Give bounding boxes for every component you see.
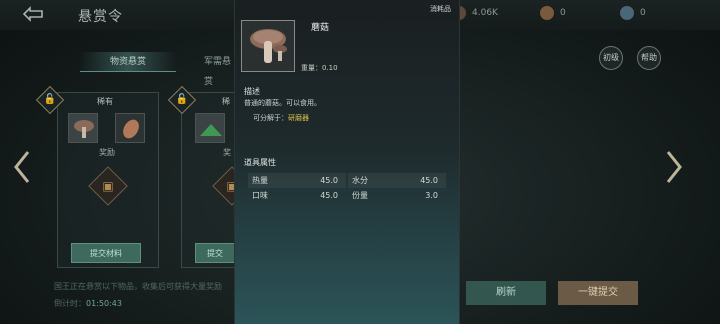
resource-orbs-value: 0: [640, 8, 646, 18]
prev-arrow-icon[interactable]: [12, 150, 32, 192]
attribute-name: 口味: [252, 191, 268, 200]
submit-materials-button[interactable]: 提交材料: [71, 243, 141, 263]
coin-plus-icon: [540, 6, 554, 20]
category-tag: 消耗品: [430, 5, 451, 13]
countdown-value: 01:50:43: [86, 299, 122, 308]
next-arrow-icon[interactable]: [664, 150, 684, 192]
attribute-value: 3.0: [425, 191, 438, 200]
help-button[interactable]: 帮助: [637, 46, 661, 70]
mushroom-icon: [241, 20, 295, 72]
herb-icon[interactable]: [195, 113, 225, 143]
countdown: 倒计时：01:50:43: [54, 299, 122, 308]
reward-label: 奖: [223, 148, 231, 157]
bounty-notice: 国王正在悬赏以下物品，收集后可获得大量奖励: [54, 282, 222, 291]
resource-orbs[interactable]: 0: [620, 6, 646, 20]
item-name: 蘑菇: [311, 23, 330, 33]
orb-icon: [620, 6, 634, 20]
submit-all-button[interactable]: 一键提交: [558, 281, 638, 305]
mushroom-icon[interactable]: [68, 113, 98, 143]
attribute-name: 份量: [352, 191, 368, 200]
submit-materials-button[interactable]: 提交: [195, 243, 235, 263]
attribute-name: 热量: [252, 176, 268, 185]
weight-value: 0.10: [322, 64, 338, 72]
item-weight: 重量：0.10: [301, 63, 338, 73]
reward-label: 奖励: [99, 148, 115, 157]
attribute-value: 45.0: [320, 191, 338, 200]
attributes-title: 道具属性: [244, 158, 276, 167]
attribute-row: 热量 45.0: [248, 173, 346, 188]
tab-military-bounty[interactable]: 军需悬赏: [186, 52, 234, 87]
attribute-row: 口味 45.0: [248, 188, 346, 203]
rarity-label: 稀有: [97, 97, 113, 106]
rarity-label: 稀: [222, 97, 230, 106]
attributes-table: 热量 45.0 水分 45.0 口味 45.0 份量 3.0: [248, 173, 446, 203]
attribute-row: 水分 45.0: [348, 173, 446, 188]
tab-material-bounty[interactable]: 物资悬赏: [80, 52, 176, 72]
window-title: 悬赏令: [78, 9, 123, 25]
decompose-label: 可分解于：: [253, 114, 288, 122]
countdown-label: 倒计时: [54, 299, 78, 308]
attribute-row: 份量 3.0: [348, 188, 446, 203]
resource-gems-value: 4.06K: [472, 8, 498, 18]
attribute-name: 水分: [352, 176, 368, 185]
decompose-target[interactable]: 研磨器: [288, 114, 309, 122]
beginner-button[interactable]: 初级: [599, 46, 623, 70]
meat-icon[interactable]: [115, 113, 145, 143]
attribute-value: 45.0: [420, 176, 438, 185]
decompose-info: 可分解于：研磨器: [253, 113, 309, 123]
attribute-value: 45.0: [320, 176, 338, 185]
description-title: 描述: [244, 87, 260, 96]
back-arrow-icon[interactable]: [22, 6, 44, 22]
description-text: 普通的蘑菇。可以食用。: [244, 99, 321, 107]
resource-coins[interactable]: 0: [540, 6, 566, 20]
weight-label: 重量：: [301, 64, 322, 72]
resource-coins-value: 0: [560, 8, 566, 18]
refresh-button[interactable]: 刷新: [466, 281, 546, 305]
